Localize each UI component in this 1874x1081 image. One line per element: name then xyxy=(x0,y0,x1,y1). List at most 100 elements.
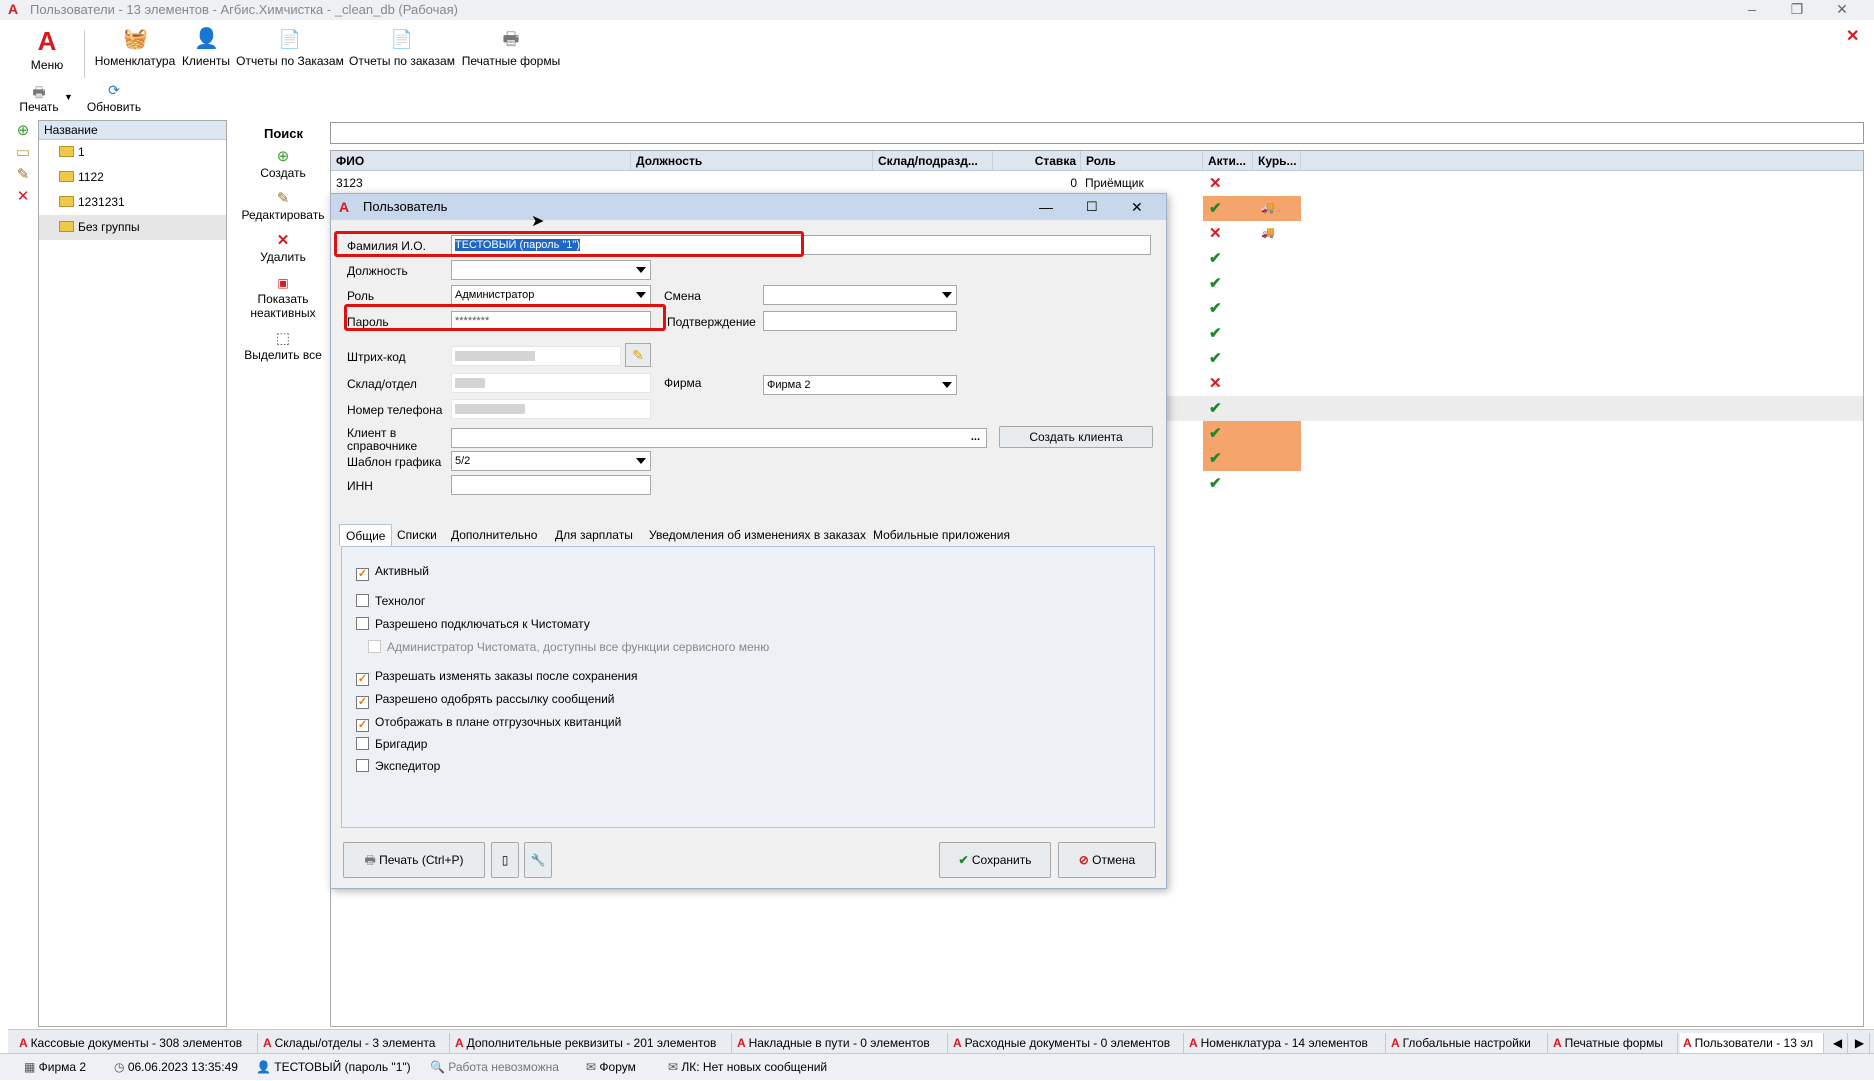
minimize-button[interactable]: – xyxy=(1730,0,1774,20)
tab-general[interactable]: Общие xyxy=(339,524,393,546)
column-header[interactable]: Акти... xyxy=(1203,151,1253,171)
confirm-field[interactable] xyxy=(763,311,957,331)
status-work: 🔍 Работа невозможна xyxy=(430,1054,559,1081)
add-group-icon[interactable]: ⊕ xyxy=(12,120,34,142)
save-button[interactable]: ✔ Сохранить xyxy=(939,842,1051,878)
inn-field[interactable] xyxy=(451,475,651,495)
ribbon-clients-button[interactable]: 👤 Клиенты xyxy=(180,28,232,68)
delete-group-icon[interactable]: ✕ xyxy=(12,186,34,208)
maximize-button[interactable]: ❐ xyxy=(1775,0,1819,20)
doc-tab[interactable]: A Печатные формы xyxy=(1550,1033,1678,1053)
refresh-button[interactable]: ⟳ Обновить xyxy=(86,82,142,114)
status-user-text: ТЕСТОВЫЙ (пароль "1") xyxy=(274,1060,411,1074)
checkbox-approve-mailing[interactable]: ✓ Разрешено одобрять рассылку сообщений xyxy=(356,692,615,709)
document-button[interactable]: ▯ xyxy=(491,842,519,878)
close-tab-icon[interactable]: ✕ xyxy=(1846,26,1859,46)
tree-item-selected[interactable]: Без группы xyxy=(39,215,226,240)
dialog-minimize-button[interactable]: — xyxy=(1039,194,1053,220)
checkbox-technologist[interactable]: Технолог xyxy=(356,594,425,608)
plus-icon: ⊕ xyxy=(276,148,290,165)
tabs-scroll-right-button[interactable]: ▶ xyxy=(1850,1033,1870,1053)
checkbox-active[interactable]: ✓ Активный xyxy=(356,564,429,581)
column-header[interactable]: Роль xyxy=(1081,151,1203,171)
column-header[interactable]: Склад/подразд... xyxy=(873,151,993,171)
ribbon-order-reports-button[interactable]: 📄 Отчеты по Заказам xyxy=(236,28,344,68)
tabs-scroll-left-button[interactable]: ◀ xyxy=(1828,1033,1848,1053)
barcode-field[interactable] xyxy=(451,346,621,366)
checkbox-edit-orders[interactable]: ✓ Разрешать изменять заказы после сохране… xyxy=(356,669,637,686)
firm-select[interactable]: Фирма 2 xyxy=(763,375,957,395)
position-select[interactable] xyxy=(451,260,651,280)
tab-lists[interactable]: Списки xyxy=(391,524,443,546)
tab-additional[interactable]: Дополнительно xyxy=(445,524,543,546)
client-field[interactable]: ... xyxy=(451,428,987,448)
courier-truck-icon: 🚚 xyxy=(1261,202,1275,214)
ribbon-nomenclature-button[interactable]: 🧺 Номенклатура xyxy=(92,28,178,68)
column-header[interactable]: Ставка xyxy=(993,151,1081,171)
warehouse-select[interactable] xyxy=(451,373,651,393)
tab-salary[interactable]: Для зарплаты xyxy=(549,524,639,546)
edit-label: Редактировать xyxy=(241,208,325,222)
checkbox-label: Технолог xyxy=(375,594,426,608)
refresh-icon: ⟳ xyxy=(108,82,120,98)
doc-tab[interactable]: A Расходные документы - 0 элементов xyxy=(950,1033,1184,1053)
tab-mobile-apps[interactable]: Мобильные приложения xyxy=(867,524,1016,546)
barcode-generate-button[interactable]: ✎ xyxy=(625,343,651,367)
print-ctrlp-button[interactable]: 🖶 Печать (Ctrl+P) xyxy=(343,842,485,878)
status-lk[interactable]: ✉ ЛК: Нет новых сообщений xyxy=(668,1054,827,1081)
doc-tab[interactable]: A Дополнительные реквизиты - 201 элемент… xyxy=(452,1033,732,1053)
dialog-maximize-button[interactable]: ☐ xyxy=(1086,194,1098,220)
column-header[interactable]: Курь... xyxy=(1253,151,1301,171)
doc-tab-active[interactable]: A Пользователи - 13 эл xyxy=(1680,1033,1824,1053)
doc-tab[interactable]: A Глобальные настройки xyxy=(1388,1033,1548,1053)
tree-header[interactable]: Название xyxy=(39,121,226,140)
schedule-label: Шаблон графика xyxy=(347,455,442,469)
column-header[interactable]: Должность xyxy=(631,151,873,171)
print-dropdown-icon[interactable]: ▼ xyxy=(64,92,73,102)
create-client-button[interactable]: Создать клиента xyxy=(999,426,1153,448)
phone-field[interactable] xyxy=(451,399,651,419)
role-select[interactable]: Администратор xyxy=(451,285,651,305)
search-input[interactable] xyxy=(330,122,1864,144)
schedule-select[interactable]: 5/2 xyxy=(451,451,651,471)
column-header[interactable]: ФИО xyxy=(331,151,631,171)
status-forum[interactable]: ✉ Форум xyxy=(586,1054,636,1081)
client-browse-button[interactable]: ... xyxy=(971,429,980,446)
doc-tab[interactable]: A Кассовые документы - 308 элементов xyxy=(16,1033,258,1053)
select-all-button[interactable]: ⬚ Выделить все xyxy=(238,330,328,362)
clock-icon: ◷ xyxy=(114,1060,128,1074)
checkbox-forwarder[interactable]: Экспедитор xyxy=(356,759,440,773)
edit-group-icon[interactable]: ✎ xyxy=(12,164,34,186)
print-button[interactable]: 🖶 Печать xyxy=(14,82,64,114)
doc-tab[interactable]: A Номенклатура - 14 элементов xyxy=(1186,1033,1386,1053)
settings-button[interactable]: 🔧 xyxy=(524,842,552,878)
dialog-close-button[interactable]: ✕ xyxy=(1131,194,1143,220)
menu-button[interactable]: A Меню xyxy=(22,28,72,72)
ribbon-print-forms-button[interactable]: 🖶 Печатные формы xyxy=(460,28,562,68)
status-user[interactable]: 👤 ТЕСТОВЫЙ (пароль "1") xyxy=(256,1054,411,1081)
doc-tab-label: Пользователи - 13 эл xyxy=(1694,1036,1814,1050)
edit-button[interactable]: ✎ Редактировать xyxy=(238,190,328,222)
tab-notifications[interactable]: Уведомления об изменениях в заказах xyxy=(643,524,872,546)
tree-item[interactable]: 1231231 xyxy=(39,190,226,215)
checkbox-shipping-plan[interactable]: ✓ Отображать в плане отгрузочных квитанци… xyxy=(356,715,621,732)
tree-item[interactable]: 1 xyxy=(39,140,226,165)
shift-select[interactable] xyxy=(763,285,957,305)
folder-open-icon[interactable]: ▭ xyxy=(12,142,34,164)
create-button[interactable]: ⊕ Создать xyxy=(238,148,328,180)
status-firm[interactable]: ▦ Фирма 2 xyxy=(24,1054,86,1081)
checkbox-foreman[interactable]: Бригадир xyxy=(356,737,427,751)
ribbon-label: Отчеты по заказам xyxy=(349,54,455,68)
doc-tab[interactable]: A Накладные в пути - 0 элементов xyxy=(734,1033,948,1053)
doc-tab[interactable]: A Склады/отделы - 3 элемента xyxy=(260,1033,450,1053)
delete-button[interactable]: ✕ Удалить xyxy=(238,232,328,264)
show-inactive-button[interactable]: ▣ Показать неактивных xyxy=(238,274,328,320)
ribbon-order-reports2-button[interactable]: 📄 Отчеты по заказам xyxy=(348,28,456,68)
close-window-button[interactable]: ✕ xyxy=(1820,0,1864,20)
tree-item[interactable]: 1122 xyxy=(39,165,226,190)
checkbox-chistomat[interactable]: Разрешено подключаться к Чистомату xyxy=(356,617,590,631)
checkbox-label: Разрешено подключаться к Чистомату xyxy=(375,617,590,631)
cancel-label: Отмена xyxy=(1092,853,1136,867)
cancel-button[interactable]: ⊘ Отмена xyxy=(1058,842,1156,878)
checkbox-unchecked-icon xyxy=(356,594,369,607)
